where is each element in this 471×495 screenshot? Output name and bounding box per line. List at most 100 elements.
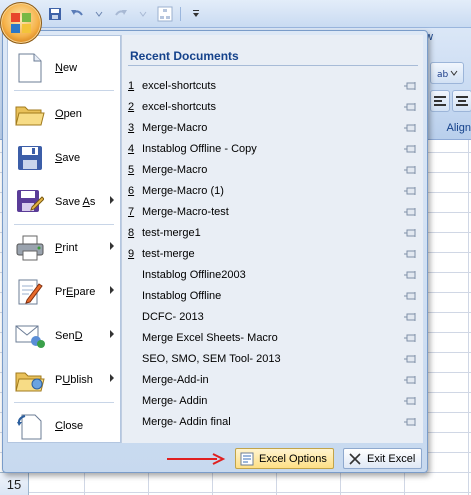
publish-icon (14, 364, 46, 396)
pin-icon[interactable] (404, 144, 418, 154)
office-menu: New Open Save Save As Print PrEpare SenD… (2, 30, 428, 473)
open-label: Open (55, 108, 82, 120)
pin-icon[interactable] (404, 396, 418, 406)
title-bar (0, 0, 471, 28)
recent-document-number: 5 (128, 164, 135, 176)
submenu-arrow-icon (110, 374, 114, 382)
divider (128, 65, 418, 66)
close-command[interactable]: Close (8, 406, 120, 446)
recent-document-item[interactable]: 2 excel-shortcuts (128, 97, 418, 117)
excel-options-label: Excel Options (259, 452, 327, 465)
align-left-icon[interactable] (430, 90, 450, 112)
submenu-arrow-icon (110, 196, 114, 204)
divider (14, 90, 114, 91)
open-command[interactable]: Open (8, 94, 120, 134)
pin-icon[interactable] (404, 165, 418, 175)
recent-document-name: test-merge1 (142, 227, 201, 239)
pin-icon[interactable] (404, 249, 418, 259)
recent-document-number: 6 (128, 185, 135, 197)
recent-document-name: Merge-Add-in (142, 374, 209, 386)
pin-icon[interactable] (404, 312, 418, 322)
recent-document-item[interactable]: Instablog Offline (128, 286, 418, 306)
pin-icon[interactable] (404, 123, 418, 133)
recent-document-item[interactable]: 5 Merge-Macro (128, 160, 418, 180)
send-command[interactable]: SenD (8, 316, 120, 356)
pin-icon[interactable] (404, 291, 418, 301)
prepare-icon (14, 276, 46, 308)
print-label: Print (55, 242, 78, 254)
pin-icon[interactable] (404, 375, 418, 385)
close-document-icon (14, 410, 46, 442)
customize-toolbar-icon[interactable] (187, 5, 205, 23)
new-command[interactable]: New (8, 48, 120, 88)
send-icon (14, 320, 46, 352)
close-icon (348, 452, 362, 466)
print-command[interactable]: Print (8, 228, 120, 268)
printer-icon (14, 232, 46, 264)
save-label: Save (55, 152, 81, 164)
row-header[interactable]: 15 (0, 472, 29, 495)
align-center-icon[interactable] (452, 90, 471, 112)
recent-document-item[interactable]: 9 test-merge (128, 244, 418, 264)
pin-icon[interactable] (404, 270, 418, 280)
pin-icon[interactable] (404, 81, 418, 91)
recent-document-item[interactable]: 1 excel-shortcuts (128, 76, 418, 96)
recent-documents-pane: Recent Documents 1 excel-shortcuts 2 excel-… (121, 35, 423, 443)
red-arrow-icon (167, 453, 226, 465)
recent-document-item[interactable]: Merge- Addin final (128, 412, 418, 432)
recent-document-name: Merge-Macro (1) (142, 185, 224, 197)
close-label: Close (55, 420, 84, 432)
toolbar-divider (180, 7, 181, 21)
recent-document-item[interactable]: 7 Merge-Macro-test (128, 202, 418, 222)
recent-document-name: SEO, SMO, SEM Tool- 2013 (142, 353, 281, 365)
recent-document-item[interactable]: 4 Instablog Offline - Copy (128, 139, 418, 159)
recent-document-name: Instablog Offline2003 (142, 269, 246, 281)
recent-document-item[interactable]: Merge- Addin (128, 391, 418, 411)
save-icon[interactable] (46, 5, 64, 23)
recent-document-number: 1 (128, 80, 135, 92)
office-button[interactable] (0, 2, 42, 44)
recent-document-item[interactable]: DCFC- 2013 (128, 307, 418, 327)
exit-excel-button[interactable]: Exit Excel (343, 448, 423, 469)
prepare-label: PrEpare (55, 286, 96, 298)
exit-excel-label: Exit Excel (367, 452, 416, 465)
recent-documents-title: Recent Documents (130, 49, 239, 63)
send-label: SenD (55, 330, 83, 342)
pin-icon[interactable] (404, 333, 418, 343)
submenu-arrow-icon (110, 330, 114, 338)
pin-icon[interactable] (404, 186, 418, 196)
prepare-command[interactable]: PrEpare (8, 272, 120, 312)
save-as-command[interactable]: Save As (8, 182, 120, 222)
recent-document-item[interactable]: 6 Merge-Macro (1) (128, 181, 418, 201)
pin-icon[interactable] (404, 102, 418, 112)
command-list: New Open Save Save As Print PrEpare SenD… (7, 35, 121, 443)
save-as-label: Save As (55, 196, 96, 208)
pin-icon[interactable] (404, 207, 418, 217)
chevron-down-icon[interactable] (90, 5, 108, 23)
undo-icon[interactable] (68, 5, 86, 23)
recent-document-item[interactable]: Merge-Add-in (128, 370, 418, 390)
redo-icon[interactable] (112, 5, 130, 23)
save-command[interactable]: Save (8, 138, 120, 178)
recent-document-item[interactable]: Merge Excel Sheets- Macro (128, 328, 418, 348)
diagram-icon[interactable] (156, 5, 174, 23)
open-folder-icon (14, 98, 46, 130)
publish-command[interactable]: PUblish (8, 360, 120, 400)
pin-icon[interactable] (404, 228, 418, 238)
chevron-down-icon[interactable] (134, 5, 152, 23)
recent-document-number: 2 (128, 101, 135, 113)
recent-document-item[interactable]: 8 test-merge1 (128, 223, 418, 243)
new-document-icon (14, 52, 46, 84)
excel-options-button[interactable]: Excel Options (235, 448, 334, 469)
recent-document-name: Merge- Addin final (142, 416, 231, 428)
svg-text:ab: ab (437, 70, 449, 79)
pin-icon[interactable] (404, 417, 418, 427)
recent-document-number: 8 (128, 227, 135, 239)
recent-document-name: Merge- Addin (142, 395, 208, 407)
recent-document-item[interactable]: SEO, SMO, SEM Tool- 2013 (128, 349, 418, 369)
recent-document-item[interactable]: Instablog Offline2003 (128, 265, 418, 285)
recent-document-name: Instablog Offline (142, 290, 222, 302)
recent-document-item[interactable]: 3 Merge-Macro (128, 118, 418, 138)
orientation-button[interactable]: ab (430, 62, 464, 84)
pin-icon[interactable] (404, 354, 418, 364)
